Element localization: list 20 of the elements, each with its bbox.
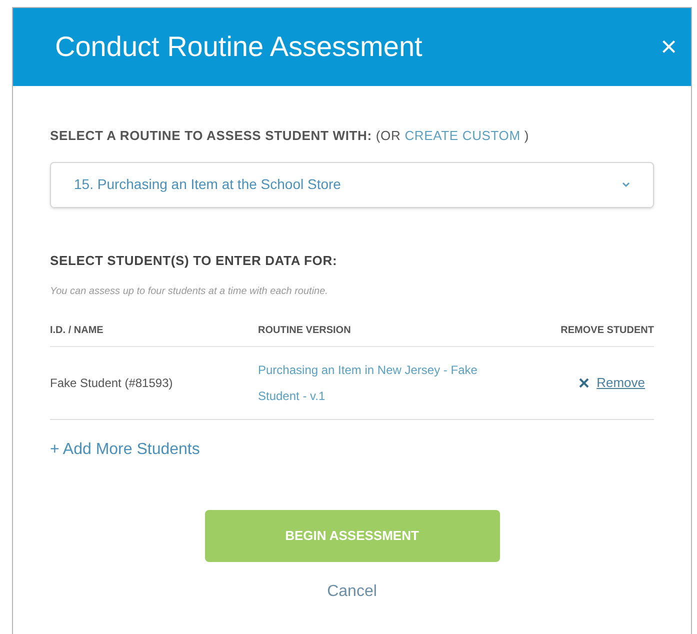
cancel-link[interactable]: Cancel — [327, 580, 377, 604]
students-note: You can assess up to four students at a time with each routine. — [50, 285, 329, 299]
student-name: Fake Student (#81593) — [50, 375, 174, 392]
students-heading: SELECT STUDENT(S) TO ENTER DATA FOR: — [50, 252, 338, 270]
remove-link[interactable]: Remove — [596, 373, 645, 393]
routine-dropdown[interactable]: 15. Purchasing an Item at the School Store — [50, 162, 654, 208]
column-header: REMOVE STUDENT — [560, 324, 654, 338]
add-students-link[interactable]: + Add More Students — [50, 438, 200, 462]
dialog-title: Conduct Routine Assessment — [55, 30, 422, 64]
column-header: I.D. / NAME — [50, 324, 104, 338]
routine-label-suffix: (OR — [376, 127, 401, 145]
routine-version: Purchasing an Item in New Jersey - Fake Student - v.1 — [258, 362, 478, 405]
chevron-down-icon — [622, 182, 630, 188]
create-custom-link[interactable]: CREATE CUSTOM — [404, 126, 520, 146]
column-header: ROUTINE VERSION — [258, 324, 352, 338]
begin-assessment-button[interactable]: BEGIN ASSESSMENT — [204, 510, 500, 562]
close-button[interactable]: × — [660, 26, 677, 68]
routine-label: SELECT A ROUTINE TO ASSESS STUDENT WITH: — [50, 127, 372, 145]
routine-label-suffix: ) — [524, 127, 530, 145]
close-icon — [578, 378, 589, 388]
